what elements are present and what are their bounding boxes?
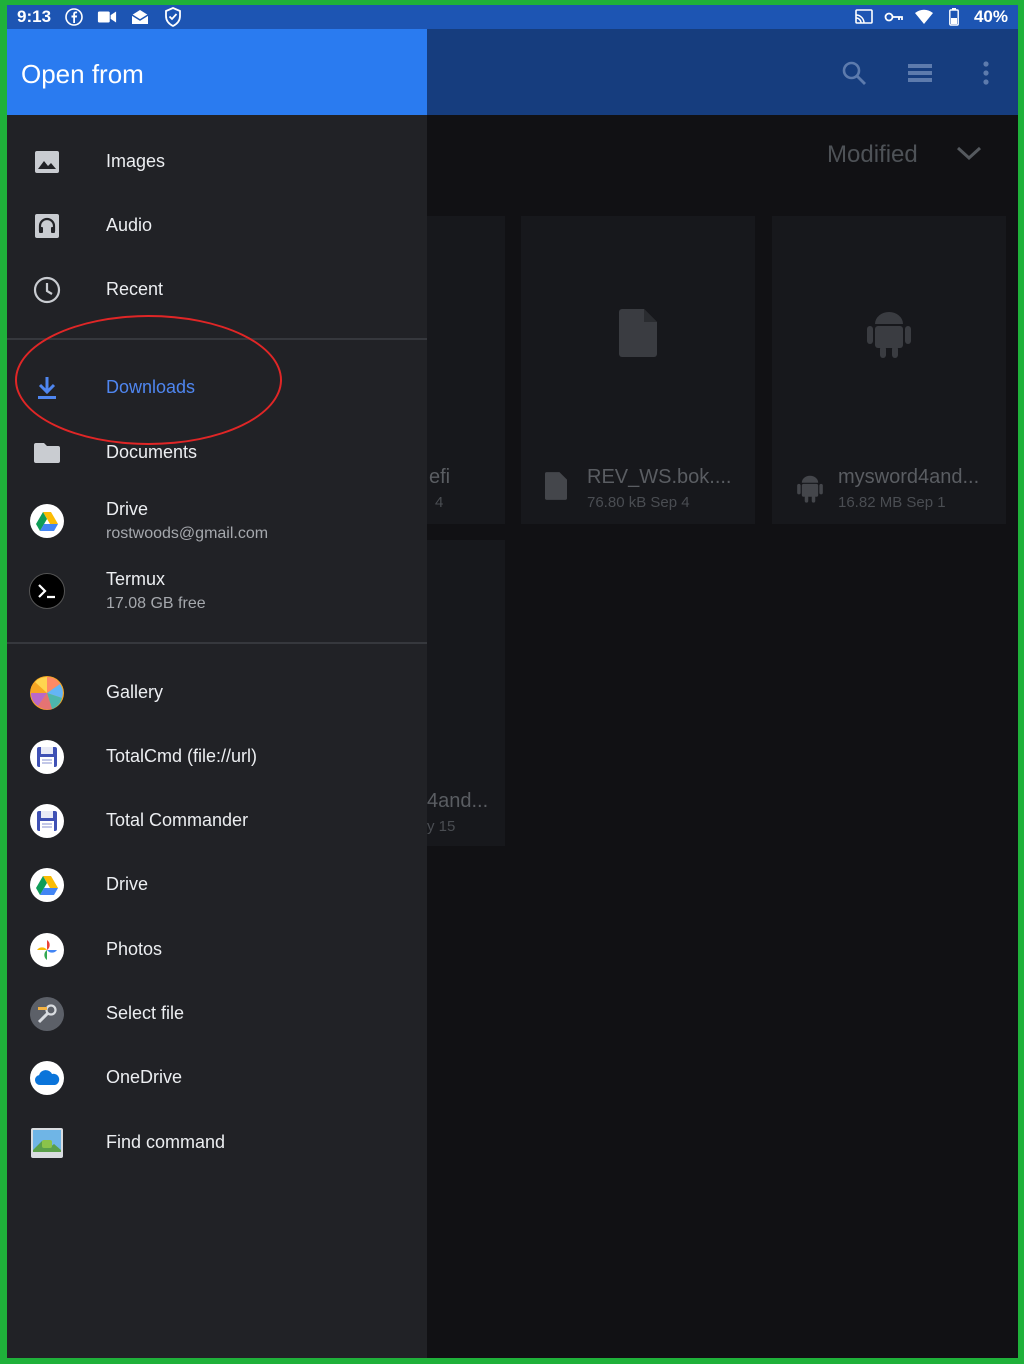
drawer-item-select-file[interactable]: Select file: [7, 984, 427, 1044]
onedrive-icon: [29, 1060, 65, 1096]
drawer-item-label: Audio: [106, 215, 153, 235]
drawer-item-photos[interactable]: Photos: [7, 920, 427, 980]
drawer-item-total-commander[interactable]: Total Commander: [7, 791, 427, 851]
navigation-drawer: Open from Images Audio Recent Downloads …: [7, 29, 427, 1358]
tools-icon: [29, 996, 65, 1032]
drawer-item-sublabel: 17.08 GB free: [106, 595, 206, 612]
drawer-item-label: Find command: [106, 1132, 226, 1152]
file-card[interactable]: 4and... y 15: [427, 540, 505, 846]
vpn-key-icon: [884, 8, 904, 26]
file-name: efi: [429, 466, 451, 488]
file-info: 4: [435, 494, 444, 511]
drawer-item-sublabel: rostwoods@gmail.com: [106, 525, 269, 542]
drawer-header: Open from: [7, 29, 427, 115]
drawer-item-label: Recent: [106, 279, 164, 299]
drawer-item-recent[interactable]: Recent: [7, 260, 427, 320]
floppy-disk-icon: [29, 803, 65, 839]
termux-icon: [29, 573, 65, 609]
mail-icon: [130, 8, 150, 26]
drawer-item-label: OneDrive: [106, 1067, 183, 1087]
google-drive-icon: [29, 503, 65, 539]
file-card[interactable]: efi 4: [427, 216, 505, 524]
drawer-item-label: Drive: [106, 874, 149, 894]
download-icon: [29, 370, 65, 406]
headphones-icon: [29, 208, 65, 244]
clock-icon: [29, 272, 65, 308]
drawer-item-images[interactable]: Images: [7, 132, 427, 192]
drawer-item-label: Downloads: [106, 377, 196, 397]
file-name: REV_WS.bok....: [587, 466, 732, 488]
sort-control[interactable]: Modified: [827, 141, 982, 169]
floppy-disk-icon: [29, 739, 65, 775]
drawer-item-label: Images: [106, 151, 166, 171]
drawer-item-label: Gallery: [106, 682, 164, 702]
status-time: 9:13: [17, 7, 52, 26]
android-icon: [796, 472, 824, 509]
wifi-icon: [914, 8, 934, 26]
google-drive-icon: [29, 867, 65, 903]
file-name: mysword4and...: [838, 466, 980, 488]
drawer-item-label: Termux: [106, 569, 166, 589]
drawer-item-label: Documents: [106, 442, 198, 462]
drawer-divider: [7, 642, 427, 644]
drawer-item-audio[interactable]: Audio: [7, 196, 427, 256]
file-icon: [619, 308, 657, 362]
drawer-divider: [7, 338, 427, 340]
drawer-item-totalcmd-url[interactable]: TotalCmd (file://url): [7, 727, 427, 787]
drawer-item-termux[interactable]: Termux 17.08 GB free: [7, 561, 427, 621]
video-call-icon: [97, 8, 117, 26]
file-info: 76.80 kB Sep 4: [587, 494, 690, 511]
drawer-item-gallery[interactable]: Gallery: [7, 663, 427, 723]
drawer-item-drive-account[interactable]: Drive rostwoods@gmail.com: [7, 491, 427, 551]
file-name: 4and...: [427, 790, 489, 812]
battery-percent: 40%: [973, 7, 1008, 26]
google-photos-icon: [29, 932, 65, 968]
android-image-icon: [29, 1125, 65, 1161]
drawer-item-drive[interactable]: Drive: [7, 855, 427, 915]
status-bar: 9:13 40%: [7, 5, 1018, 29]
drawer-item-label: TotalCmd (file://url): [106, 746, 258, 766]
screen: 9:13 40% Modified efi 4 REV_WS.bok.... 7…: [7, 5, 1018, 1358]
cast-icon: [854, 8, 874, 26]
android-icon: [865, 306, 913, 365]
drawer-item-downloads[interactable]: Downloads: [7, 358, 427, 418]
folder-icon: [29, 435, 65, 471]
drawer-item-label: Select file: [106, 1003, 185, 1023]
image-icon: [29, 144, 65, 180]
battery-icon: [944, 8, 964, 26]
list-view-icon[interactable]: [906, 59, 934, 87]
sort-label: Modified: [827, 141, 918, 168]
file-icon: [545, 472, 567, 505]
file-card[interactable]: mysword4and... 16.82 MB Sep 1: [772, 216, 1006, 524]
file-info: y 15: [427, 818, 456, 835]
drawer-item-documents[interactable]: Documents: [7, 423, 427, 483]
search-icon[interactable]: [840, 59, 868, 87]
drawer-title: Open from: [21, 59, 144, 89]
drawer-item-label: Photos: [106, 939, 163, 959]
drawer-item-find-command[interactable]: Find command: [7, 1113, 427, 1173]
shield-icon: [163, 7, 183, 27]
file-card[interactable]: REV_WS.bok.... 76.80 kB Sep 4: [521, 216, 755, 524]
chevron-down-icon: [956, 145, 982, 166]
file-info: 16.82 MB Sep 1: [838, 494, 946, 511]
facebook-icon: [64, 8, 84, 26]
gallery-icon: [29, 675, 65, 711]
drawer-item-label: Drive: [106, 499, 149, 519]
drawer-item-label: Total Commander: [106, 810, 249, 830]
drawer-item-onedrive[interactable]: OneDrive: [7, 1048, 427, 1108]
more-vert-icon[interactable]: [972, 59, 1000, 87]
